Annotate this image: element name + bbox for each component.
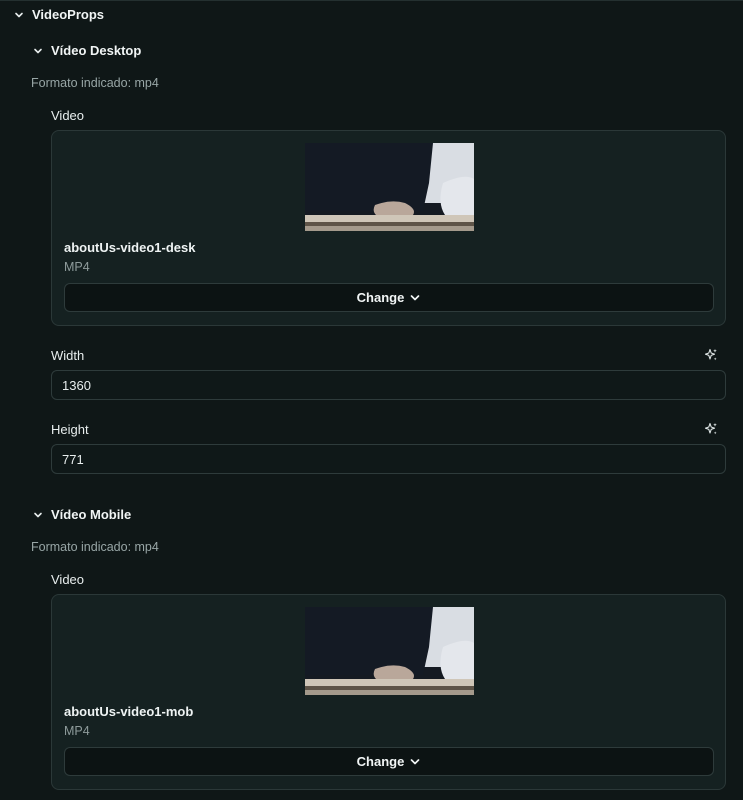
format-hint: Formato indicado: mp4 <box>31 540 159 554</box>
section-title: Vídeo Mobile <box>51 507 132 522</box>
section-header-video-desktop[interactable]: Vídeo Desktop <box>33 43 141 58</box>
chevron-down-icon[interactable] <box>33 510 43 520</box>
sparkles-icon[interactable] <box>704 422 718 436</box>
chevron-down-icon[interactable] <box>33 46 43 56</box>
change-button-label: Change <box>356 754 405 769</box>
section-title: VideoProps <box>32 7 105 22</box>
height-label: Height <box>51 422 89 437</box>
section-header-video-mobile[interactable]: Vídeo Mobile <box>33 507 131 522</box>
file-name: aboutUs-video1-mob <box>64 704 194 719</box>
format-hint: Formato indicado: mp4 <box>31 76 159 90</box>
chevron-down-icon <box>409 292 421 304</box>
change-button-label: Change <box>356 290 405 305</box>
video-thumbnail[interactable] <box>305 143 474 231</box>
video-thumbnail[interactable] <box>305 607 474 695</box>
section-header-videoprops[interactable]: VideoProps <box>14 7 104 22</box>
video-field-label: Video <box>51 108 85 123</box>
section-title: Vídeo Desktop <box>51 43 142 58</box>
chevron-down-icon[interactable] <box>14 10 24 20</box>
video-asset-card: aboutUs-video1-mob MP4 Change <box>51 594 726 790</box>
video-field-label: Video <box>51 572 85 587</box>
change-button[interactable]: Change <box>64 283 714 312</box>
change-button[interactable]: Change <box>64 747 714 776</box>
height-input[interactable]: 771 <box>51 444 726 474</box>
file-type: MP4 <box>64 724 90 738</box>
file-name: aboutUs-video1-desk <box>64 240 196 255</box>
video-asset-card: aboutUs-video1-desk MP4 Change <box>51 130 726 326</box>
width-label: Width <box>51 348 85 363</box>
file-type: MP4 <box>64 260 90 274</box>
sparkles-icon[interactable] <box>704 348 718 362</box>
width-input[interactable]: 1360 <box>51 370 726 400</box>
chevron-down-icon <box>409 756 421 768</box>
properties-panel: VideoProps Vídeo Desktop Formato indicad… <box>0 0 743 800</box>
